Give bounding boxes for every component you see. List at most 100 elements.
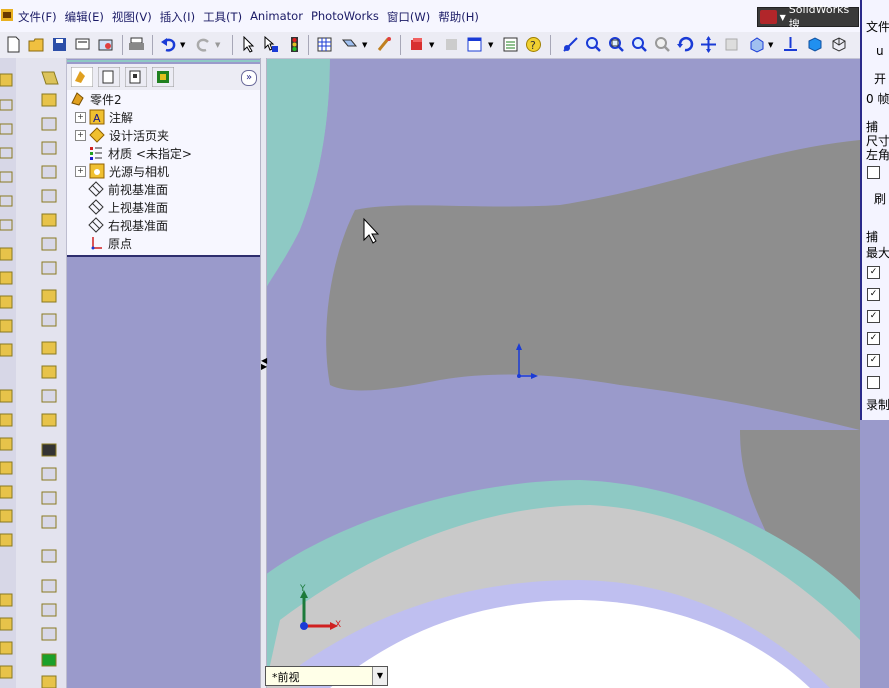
- menu-tools[interactable]: 工具(T): [203, 9, 250, 25]
- display-manager-tab-icon[interactable]: [152, 67, 174, 87]
- solidworks-logo-icon: [760, 10, 777, 24]
- traffic-light-icon[interactable]: [286, 36, 303, 53]
- standard-toolbar: ▼ ▼ ▼ ▼ ▼ ? ▼: [0, 32, 860, 59]
- open-folder-icon[interactable]: [28, 36, 45, 53]
- splitter-grip-icon: ◀ ▶: [261, 356, 268, 371]
- undo-icon[interactable]: [160, 36, 177, 53]
- print-icon[interactable]: [128, 36, 145, 53]
- view-layout-icon[interactable]: [466, 36, 483, 53]
- option-checkbox[interactable]: [867, 166, 880, 179]
- refresh-button[interactable]: 刷: [874, 190, 886, 207]
- disabled-tool-icon[interactable]: [443, 36, 460, 53]
- dropdown-arrow-icon[interactable]: ▼: [488, 41, 493, 49]
- tree-item-top-plane[interactable]: 上视基准面: [88, 198, 168, 216]
- tree-item-front-plane[interactable]: 前视基准面: [88, 180, 168, 198]
- wireframe-icon[interactable]: [830, 36, 847, 53]
- toolbar-separator: [122, 35, 123, 55]
- option-checkbox[interactable]: [867, 376, 880, 389]
- menu-bar: 文件(F) 编辑(E) 视图(V) 插入(I) 工具(T) Animator P…: [0, 0, 889, 33]
- tree-item-design-binder[interactable]: + 设计活页夹: [75, 126, 169, 144]
- redo-dropdown-icon[interactable]: ▼: [215, 41, 220, 49]
- checked-checkbox[interactable]: ✓: [867, 332, 880, 345]
- dropdown-arrow-icon[interactable]: ▼: [429, 41, 434, 49]
- capture2-label: 捕: [866, 230, 879, 244]
- corner-label: 左角: [866, 148, 889, 162]
- feature-manager-tabs: »: [67, 64, 260, 90]
- expand-icon[interactable]: +: [75, 111, 86, 123]
- part-icon[interactable]: [408, 36, 425, 53]
- view-tab[interactable]: *前视 ▼: [265, 666, 388, 686]
- toolbar-separator: [308, 35, 309, 55]
- new-document-icon[interactable]: [5, 36, 22, 53]
- expand-icon[interactable]: +: [75, 129, 86, 141]
- tree-item-right-plane[interactable]: 右视基准面: [88, 216, 168, 234]
- checked-checkbox[interactable]: ✓: [867, 310, 880, 323]
- reference-geometry-icon[interactable]: [341, 36, 358, 53]
- zoom-area-icon[interactable]: [608, 36, 625, 53]
- checked-checkbox[interactable]: ✓: [867, 266, 880, 279]
- triad-y-label: Y: [300, 584, 306, 594]
- menu-photoworks[interactable]: PhotoWorks: [311, 9, 387, 25]
- feature-tree-tab-icon[interactable]: [71, 67, 93, 87]
- menu-animator[interactable]: Animator: [250, 9, 311, 25]
- svg-text:A: A: [93, 112, 101, 125]
- menu-insert[interactable]: 插入(I): [160, 9, 203, 25]
- properties-icon[interactable]: [502, 36, 519, 53]
- tree-rollback-bar[interactable]: [67, 255, 260, 257]
- expand-icon[interactable]: +: [75, 165, 86, 177]
- pan-icon[interactable]: [700, 36, 717, 53]
- panel-button-u[interactable]: u: [876, 44, 884, 58]
- section-view-icon[interactable]: [782, 36, 799, 53]
- zoom-in-out-icon[interactable]: [631, 36, 648, 53]
- help-icon[interactable]: ?: [525, 36, 542, 53]
- rotate-view-icon[interactable]: [677, 36, 694, 53]
- design-binder-icon: [89, 127, 105, 143]
- solidworks-app-icon[interactable]: [0, 8, 14, 22]
- tree-item-lights-cameras[interactable]: + 光源与相机: [75, 162, 169, 180]
- zoom-to-fit-icon[interactable]: [585, 36, 602, 53]
- frame-count: 0 帧: [866, 92, 889, 106]
- configuration-manager-tab-icon[interactable]: [125, 67, 147, 87]
- menu-edit[interactable]: 编辑(E): [65, 9, 112, 25]
- standard-views-icon[interactable]: [748, 36, 765, 53]
- triad-x-label: X: [335, 620, 342, 630]
- material-icon: [90, 147, 102, 160]
- select-cursor-icon[interactable]: [240, 36, 257, 53]
- undo-dropdown-icon[interactable]: ▼: [180, 41, 185, 49]
- property-manager-tab-icon[interactable]: [98, 67, 120, 87]
- tree-item-material[interactable]: 材质 <未指定>: [88, 144, 192, 162]
- tree-item-origin[interactable]: 原点: [88, 234, 132, 252]
- tree-item-annotations[interactable]: + A 注解: [75, 108, 133, 126]
- plane-icon: [88, 181, 104, 197]
- panel-splitter[interactable]: ◀ ▶: [260, 58, 267, 688]
- 3d-drawing-view-icon[interactable]: [723, 36, 740, 53]
- shaded-icon[interactable]: [806, 36, 823, 53]
- toolbar-icons: [0, 71, 59, 688]
- checked-checkbox[interactable]: ✓: [867, 354, 880, 367]
- view-orientation-icon[interactable]: [562, 36, 579, 53]
- menu-file[interactable]: 文件(F): [18, 9, 65, 25]
- options-icon[interactable]: [97, 36, 114, 53]
- start-button[interactable]: 开: [874, 70, 886, 87]
- menu-help[interactable]: 帮助(H): [438, 9, 487, 25]
- zoom-selection-icon[interactable]: [654, 36, 671, 53]
- menu-view[interactable]: 视图(V): [112, 9, 160, 25]
- grid-icon[interactable]: [316, 36, 333, 53]
- save-icon[interactable]: [51, 36, 68, 53]
- dropdown-arrow-icon: ▼: [779, 12, 786, 22]
- toolbar-separator: [232, 35, 233, 55]
- tree-root-part[interactable]: 零件2: [70, 90, 122, 108]
- rebuild-icon[interactable]: [376, 36, 393, 53]
- menu-window[interactable]: 窗口(W): [387, 9, 438, 25]
- select-other-icon[interactable]: [262, 36, 279, 53]
- dropdown-arrow-icon[interactable]: ▼: [768, 41, 773, 49]
- feature-tree: 零件2 + A 注解 + 设计活页夹 材质 <未指定> + 光源与相机 前视基准…: [67, 90, 260, 256]
- solidworks-search-box[interactable]: ▼ SolidWorks 搜: [757, 3, 859, 31]
- dropdown-arrow-icon[interactable]: ▼: [362, 41, 367, 49]
- view-tab-dropdown-icon[interactable]: ▼: [372, 667, 387, 685]
- checked-checkbox[interactable]: ✓: [867, 288, 880, 301]
- panel-expand-button[interactable]: »: [241, 70, 257, 86]
- print-preview-icon[interactable]: [74, 36, 91, 53]
- redo-icon[interactable]: [195, 36, 212, 53]
- search-label: SolidWorks 搜: [788, 2, 850, 31]
